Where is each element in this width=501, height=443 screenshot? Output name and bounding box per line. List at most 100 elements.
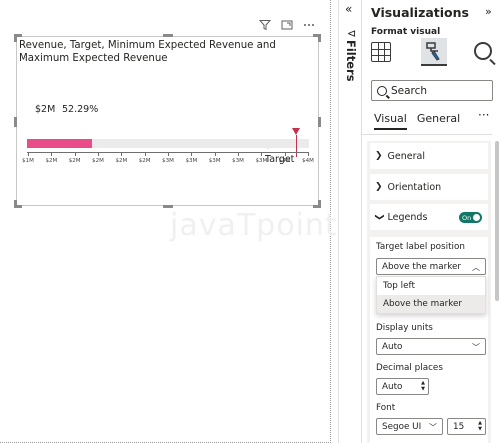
font-family-dropdown[interactable]: Segoe UI ﹀ (376, 418, 443, 435)
more-options-icon[interactable] (302, 18, 315, 31)
pane-title: Visualizations (371, 5, 469, 20)
axis-tick-label: $2M (138, 158, 151, 164)
option-above-the-marker[interactable]: Above the marker (377, 295, 485, 313)
analytics-icon[interactable] (474, 42, 492, 60)
section-general[interactable]: ❯ General (370, 143, 488, 169)
axis-tick (74, 152, 76, 156)
axis-tick-label: $2M (68, 158, 81, 164)
divider (362, 134, 492, 135)
format-options-list: ❯ General ❯ Orientation ❯ Legends On Tar… (367, 141, 491, 443)
target-label-position-label: Target label position (376, 242, 465, 252)
font-size-stepper[interactable]: 15 ▲ ▼ (447, 418, 486, 435)
axis-tick (28, 152, 29, 156)
chevron-right-icon: ❯ (375, 151, 383, 161)
section-label: Orientation (387, 181, 442, 193)
axis-tick-label: $1M (22, 158, 34, 164)
gauge-track (27, 139, 309, 148)
resize-handle[interactable] (14, 117, 17, 127)
gauge-percent-label: 52.29% (62, 104, 99, 115)
axis-tick (214, 152, 216, 156)
toggle-knob (473, 214, 480, 221)
filters-label[interactable]: Filters (344, 40, 358, 82)
resize-handle[interactable] (318, 34, 321, 42)
axis-tick (51, 152, 53, 156)
axis-tick-label: $3M (255, 158, 268, 164)
collapse-right-icon[interactable]: » (485, 5, 492, 18)
target-label-position-dropdown[interactable]: Above the marker ︿ (376, 258, 486, 275)
gauge-value-label: $2M (35, 104, 56, 115)
collapse-left-icon[interactable]: « (345, 2, 352, 16)
resize-handle[interactable] (14, 34, 17, 42)
axis-tick (308, 152, 309, 156)
focus-mode-icon[interactable] (280, 18, 293, 31)
format-visual-tab[interactable] (421, 38, 447, 66)
resize-handle[interactable] (318, 200, 321, 208)
axis-tick (121, 152, 123, 156)
search-box[interactable] (371, 80, 493, 101)
filter-funnel-icon: ⊲ (347, 27, 357, 40)
chevron-down-icon: ❯ (373, 213, 384, 221)
resize-handle[interactable] (318, 117, 321, 127)
axis-tick-label: $4M (302, 158, 314, 164)
resize-handle[interactable] (14, 200, 17, 208)
decimal-places-stepper[interactable]: Auto ▲ ▼ (376, 378, 429, 395)
section-orientation[interactable]: ❯ Orientation (370, 174, 488, 200)
build-visual-icon[interactable] (371, 42, 391, 62)
dropdown-value: Segoe UI (382, 421, 422, 432)
tab-visual[interactable]: Visual (374, 112, 407, 130)
stepper-arrows-icon[interactable]: ▲ ▼ (478, 420, 482, 432)
filter-icon[interactable] (258, 18, 271, 31)
axis-tick (144, 152, 146, 156)
visual-title: Revenue, Target, Minimum Expected Revenu… (19, 40, 276, 64)
display-units-label: Display units (376, 323, 433, 333)
dropdown-options: Top left Above the marker (376, 276, 486, 314)
paintbrush-icon (426, 42, 440, 61)
search-input[interactable] (391, 84, 481, 97)
axis-tick-label: $3M (232, 158, 244, 164)
pane-scrollbar[interactable] (495, 141, 499, 301)
visual-header (258, 18, 315, 31)
axis-tick (284, 152, 286, 156)
chevron-right-icon: ❯ (375, 182, 383, 192)
dropdown-value: Above the marker (382, 261, 462, 272)
dropdown-value: Auto (382, 341, 403, 352)
legends-settings: Target label position Above the marker ︿… (370, 237, 488, 443)
tab-general[interactable]: General (417, 112, 460, 130)
target-marker-icon (292, 128, 301, 135)
font-label: Font (376, 403, 396, 413)
watermark: javaTpoint (170, 208, 338, 243)
stepper-value: 15 (453, 421, 465, 432)
decimal-places-label: Decimal places (376, 363, 443, 373)
toggle-state-label: On (462, 213, 472, 222)
axis-tick-label: $3M (162, 158, 174, 164)
search-icon (377, 85, 387, 96)
format-tabs: Visual General (374, 112, 460, 130)
axis-tick-label: $3M (208, 158, 221, 164)
axis-tick (98, 152, 99, 156)
target-line (296, 135, 298, 157)
chevron-down-icon: ﹀ (472, 343, 480, 352)
visualizations-pane: Visualizations » Format visual Visual Ge… (362, 0, 501, 443)
axis-tick-label: $2M (115, 158, 128, 164)
resize-handle[interactable] (163, 34, 173, 37)
axis-tick-label: $2M (92, 158, 104, 164)
display-units-dropdown[interactable]: Auto ﹀ (376, 338, 486, 355)
stepper-value: Auto (382, 381, 403, 392)
section-label: General (387, 150, 425, 162)
axis-tick (191, 152, 193, 156)
chevron-up-icon: ︿ (472, 263, 480, 272)
section-label: Legends (387, 211, 428, 223)
format-visual-label: Format visual (371, 27, 441, 37)
more-options-icon[interactable]: ··· (478, 108, 489, 122)
axis-tick (168, 152, 169, 156)
section-legends[interactable]: ❯ Legends On (370, 204, 488, 230)
stepper-arrows-icon[interactable]: ▲ ▼ (421, 380, 425, 392)
option-top-left[interactable]: Top left (377, 277, 485, 295)
axis-tick-label: $2M (45, 158, 58, 164)
axis-tick-label: $4M (278, 158, 291, 164)
chevron-down-icon: ﹀ (429, 423, 437, 432)
filters-pane-collapsed[interactable]: « ⊲ Filters (338, 0, 362, 443)
gauge-visual[interactable]: Revenue, Target, Minimum Expected Revenu… (14, 34, 321, 208)
legends-toggle[interactable]: On (459, 212, 482, 223)
axis-tick-label: $3M (185, 158, 198, 164)
